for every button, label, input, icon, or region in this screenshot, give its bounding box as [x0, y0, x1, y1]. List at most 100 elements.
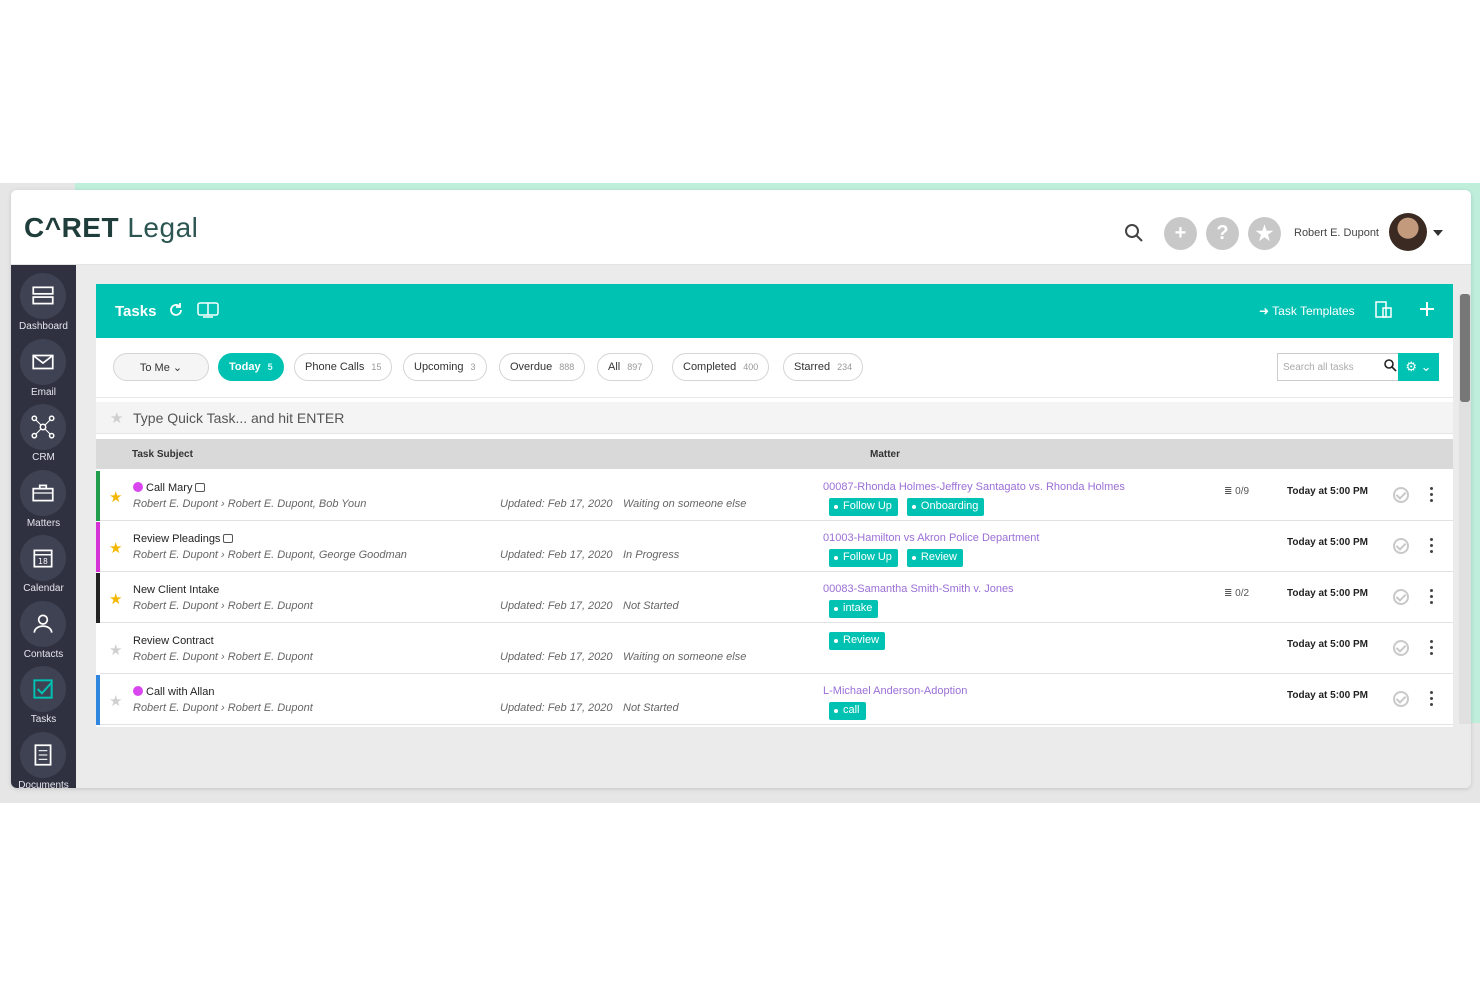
- due-date: Today at 5:00 PM: [1287, 486, 1368, 497]
- filter-today[interactable]: Today 5: [218, 353, 284, 381]
- task-updated: Updated: Feb 17, 2020: [500, 549, 613, 561]
- filter-completed[interactable]: Completed 400: [672, 353, 770, 381]
- sidebar-item-documents[interactable]: Documents: [11, 728, 76, 788]
- matter-link[interactable]: L-Michael Anderson-Adoption: [823, 685, 967, 697]
- sidebar-item-dashboard[interactable]: Dashboard: [11, 269, 76, 335]
- task-status: Waiting on someone else: [623, 498, 747, 510]
- svg-text:18: 18: [38, 557, 48, 566]
- sidebar-item-contacts[interactable]: Contacts: [11, 597, 76, 663]
- table-row[interactable]: ★ Review Pleadings Robert E. Dupont › Robe…: [96, 522, 1453, 572]
- task-subject-text: Call with Allan: [146, 686, 215, 698]
- task-status: Not Started: [623, 600, 679, 612]
- user-name[interactable]: Robert E. Dupont: [1294, 227, 1379, 239]
- more-options-icon[interactable]: [1430, 640, 1434, 656]
- filter-starred[interactable]: Starred 234: [783, 353, 864, 381]
- star-icon[interactable]: ★: [109, 590, 122, 608]
- table-row[interactable]: ★ Call with Allan Robert E. Dupont › Rober…: [96, 675, 1453, 725]
- panel-header: Tasks ➜ Task Templates: [96, 284, 1453, 338]
- star-icon[interactable]: ★: [109, 488, 122, 506]
- check-circle-icon[interactable]: [1393, 691, 1409, 707]
- tag[interactable]: Follow Up: [829, 498, 898, 516]
- more-options-icon[interactable]: [1430, 538, 1434, 554]
- task-updated: Updated: Feb 17, 2020: [500, 702, 613, 714]
- checklist-count: 0/9: [1235, 486, 1250, 497]
- tasks-panel: Tasks ➜ Task Templates To Me ⌄ Today 5 P…: [96, 284, 1453, 727]
- star-icon[interactable]: ★: [109, 641, 122, 659]
- search-icon[interactable]: [1123, 222, 1145, 244]
- scrollbar-thumb[interactable]: [1460, 294, 1470, 402]
- tag[interactable]: call: [829, 702, 866, 720]
- tag-list: call: [829, 702, 866, 720]
- task-subject[interactable]: New Client Intake: [133, 584, 219, 596]
- matter-link[interactable]: 00087-Rhonda Holmes-Jeffrey Santagato vs…: [823, 481, 1125, 493]
- task-subject[interactable]: Review Pleadings: [133, 533, 234, 545]
- add-button[interactable]: +: [1164, 217, 1197, 250]
- help-button[interactable]: ?: [1206, 217, 1239, 250]
- tag[interactable]: Follow Up: [829, 549, 898, 567]
- quick-task-bar[interactable]: ★ Type Quick Task... and hit ENTER: [96, 402, 1453, 434]
- tag[interactable]: Onboarding: [906, 498, 985, 516]
- more-options-icon[interactable]: [1430, 487, 1434, 503]
- table-row[interactable]: ★ Call Mary Robert E. Dupont › Robert E. D…: [96, 471, 1453, 521]
- column-header-matter[interactable]: Matter: [870, 449, 900, 460]
- task-subject[interactable]: Review Contract: [133, 635, 214, 647]
- due-date: Today at 5:00 PM: [1287, 537, 1368, 548]
- task-status: Not Started: [623, 702, 679, 714]
- task-subject-text: Review Pleadings: [133, 533, 221, 545]
- task-subject[interactable]: Call with Allan: [133, 686, 214, 698]
- search-icon[interactable]: [1383, 358, 1397, 372]
- search-input[interactable]: Search all tasks: [1277, 353, 1399, 381]
- filter-bar: To Me ⌄ Today 5 Phone Calls 15 Upcoming 3 Over…: [96, 338, 1453, 398]
- export-icon[interactable]: [1374, 300, 1394, 320]
- sidebar-item-tasks[interactable]: Tasks: [11, 662, 76, 728]
- calendar-icon: 18: [20, 535, 66, 581]
- filter-label: All: [608, 361, 621, 373]
- matter-link[interactable]: 01003-Hamilton vs Akron Police Departmen…: [823, 532, 1039, 544]
- more-options-icon[interactable]: [1430, 691, 1434, 707]
- chevron-down-icon[interactable]: [1433, 230, 1443, 236]
- checklist-count: 0/2: [1235, 588, 1250, 599]
- filter-all[interactable]: All 897: [597, 353, 654, 381]
- favorites-button[interactable]: ★: [1248, 217, 1281, 250]
- sidebar-item-label: CRM: [32, 452, 55, 463]
- check-circle-icon[interactable]: [1393, 487, 1409, 503]
- table-row[interactable]: ★ Review Contract Robert E. Dupont › Rober…: [96, 624, 1453, 674]
- app-logo[interactable]: C^RET Legal: [24, 212, 198, 244]
- star-icon[interactable]: ★: [110, 409, 123, 427]
- check-circle-icon[interactable]: [1393, 589, 1409, 605]
- priority-bar: [96, 471, 100, 521]
- sidebar-item-matters[interactable]: Matters: [11, 466, 76, 532]
- check-circle-icon[interactable]: [1393, 640, 1409, 656]
- check-circle-icon[interactable]: [1393, 538, 1409, 554]
- assignee-filter-dropdown[interactable]: To Me ⌄: [113, 353, 209, 381]
- filter-count: 897: [627, 362, 643, 372]
- tag[interactable]: Review: [829, 632, 886, 650]
- settings-button[interactable]: ⚙ ⌄: [1398, 353, 1439, 381]
- refresh-icon[interactable]: [168, 302, 184, 318]
- task-templates-link[interactable]: ➜ Task Templates: [1259, 304, 1355, 318]
- add-task-icon[interactable]: [1418, 300, 1436, 318]
- filter-phone-calls[interactable]: Phone Calls 15: [294, 353, 393, 381]
- tag[interactable]: Review: [906, 549, 963, 567]
- board-view-icon[interactable]: [197, 302, 219, 318]
- table-row[interactable]: ★ New Client Intake Robert E. Dupont › Rob…: [96, 573, 1453, 623]
- more-options-icon[interactable]: [1430, 589, 1434, 605]
- star-icon[interactable]: ★: [109, 692, 122, 710]
- matter-link[interactable]: 00083-Samantha Smith-Smith v. Jones: [823, 583, 1014, 595]
- quick-task-input[interactable]: Type Quick Task... and hit ENTER: [133, 410, 344, 426]
- avatar[interactable]: [1389, 213, 1427, 251]
- tag[interactable]: intake: [829, 600, 879, 618]
- sidebar-item-crm[interactable]: CRM: [11, 400, 76, 466]
- sidebar: Dashboard Email CRM Matters 18 Calendar Contac…: [11, 265, 76, 788]
- filter-label: Completed: [683, 361, 737, 373]
- filter-label: Starred: [794, 361, 831, 373]
- column-header-task-subject[interactable]: Task Subject: [132, 449, 193, 460]
- task-subject[interactable]: Call Mary: [133, 482, 206, 494]
- task-updated: Updated: Feb 17, 2020: [500, 600, 613, 612]
- filter-upcoming[interactable]: Upcoming 3: [403, 353, 487, 381]
- priority-bar: [96, 675, 100, 725]
- sidebar-item-email[interactable]: Email: [11, 335, 76, 401]
- sidebar-item-calendar[interactable]: 18 Calendar: [11, 531, 76, 597]
- filter-overdue[interactable]: Overdue 888: [499, 353, 586, 381]
- star-icon[interactable]: ★: [109, 539, 122, 557]
